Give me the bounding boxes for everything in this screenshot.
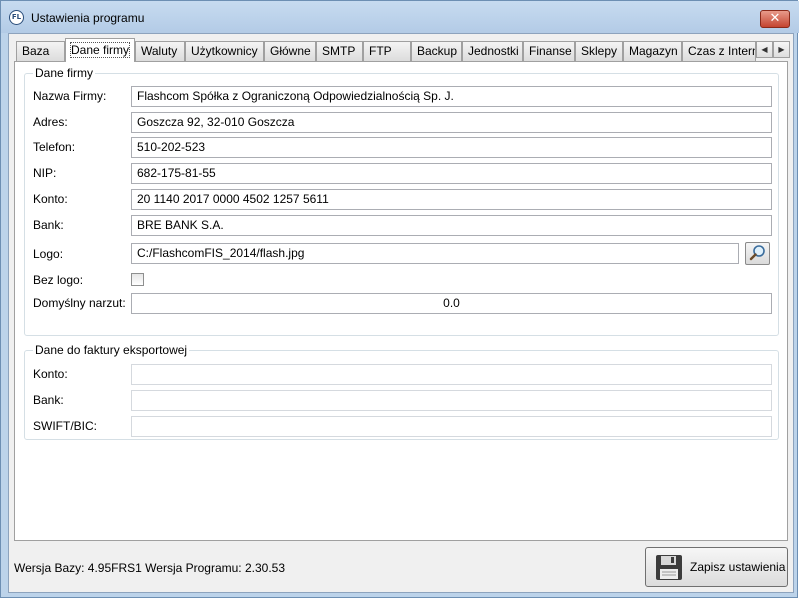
nip-field[interactable]: 682-175-81-55 [131, 163, 772, 184]
swift-bic-field[interactable] [131, 416, 772, 437]
save-settings-label: Zapisz ustawienia [690, 560, 786, 574]
browse-logo-button[interactable] [745, 242, 770, 265]
export-invoice-group: Dane do faktury eksportowej Konto: Bank:… [24, 343, 779, 440]
tab-scroll-buttons: ◀ ▶ [756, 41, 792, 59]
floppy-disk-icon [656, 555, 682, 580]
settings-window: FL Ustawienia programu ✕ Baza Dane firmy… [0, 0, 799, 598]
app-logo-icon: FL [9, 10, 24, 25]
dialog-body: Baza Dane firmy Waluty Użytkownicy Główn… [8, 33, 794, 593]
address-field[interactable]: Goszcza 92, 32-010 Goszcza [131, 112, 772, 133]
account-field[interactable]: 20 1140 2017 0000 4502 1257 5611 [131, 189, 772, 210]
tab-ftp[interactable]: FTP [363, 41, 411, 61]
tab-sklepy[interactable]: Sklepy [575, 41, 623, 61]
save-settings-button[interactable]: Zapisz ustawienia [645, 547, 788, 587]
tab-dane-firmy[interactable]: Dane firmy [65, 38, 135, 62]
tab-label: Dane firmy [69, 42, 131, 58]
tab-smtp[interactable]: SMTP [316, 41, 363, 61]
no-logo-checkbox[interactable] [131, 273, 144, 286]
tab-scroll-left-icon[interactable]: ◀ [756, 41, 773, 58]
tab-scroll-right-icon[interactable]: ▶ [773, 41, 790, 58]
export-account-label: Konto: [33, 367, 68, 381]
close-button[interactable]: ✕ [760, 10, 790, 28]
no-logo-label: Bez logo: [33, 273, 84, 287]
address-label: Adres: [33, 115, 68, 129]
window-title: Ustawienia programu [31, 11, 145, 25]
tab-baza[interactable]: Baza [16, 41, 65, 61]
company-data-group-title: Dane firmy [33, 66, 96, 80]
magnifier-icon [749, 245, 765, 261]
account-label: Konto: [33, 192, 68, 206]
title-bar[interactable]: FL Ustawienia programu ✕ [1, 1, 799, 33]
tab-uzytkownicy[interactable]: Użytkownicy [185, 41, 264, 61]
phone-label: Telefon: [33, 140, 76, 154]
bank-label: Bank: [33, 218, 64, 232]
tab-glowne[interactable]: Główne [264, 41, 316, 61]
tab-jednostki[interactable]: Jednostki [462, 41, 523, 61]
tab-strip: Baza Dane firmy Waluty Użytkownicy Główn… [16, 38, 792, 62]
tab-backup[interactable]: Backup [411, 41, 462, 61]
bank-field[interactable]: BRE BANK S.A. [131, 215, 772, 236]
company-data-group: Dane firmy Nazwa Firmy: Flashcom Spółka … [24, 66, 779, 336]
default-markup-label: Domyślny narzut: [33, 296, 126, 310]
export-account-field[interactable] [131, 364, 772, 385]
export-invoice-group-title: Dane do faktury eksportowej [33, 343, 190, 357]
tab-finanse[interactable]: Finanse [523, 41, 575, 61]
tab-waluty[interactable]: Waluty [135, 41, 185, 61]
tab-czas-z-internetu[interactable]: Czas z Internetu [682, 41, 756, 61]
company-name-label: Nazwa Firmy: [33, 89, 107, 103]
export-bank-field[interactable] [131, 390, 772, 411]
export-bank-label: Bank: [33, 393, 64, 407]
phone-field[interactable]: 510-202-523 [131, 137, 772, 158]
version-info: Wersja Bazy: 4.95FRS1 Wersja Programu: 2… [14, 561, 286, 575]
default-markup-field[interactable]: 0.0 [131, 293, 772, 314]
logo-label: Logo: [33, 247, 64, 261]
logo-path-field[interactable]: C:/FlashcomFIS_2014/flash.jpg [131, 243, 739, 264]
tab-magazyn[interactable]: Magazyn [623, 41, 682, 61]
nip-label: NIP: [33, 166, 57, 180]
tab-panel-dane-firmy: Dane firmy Nazwa Firmy: Flashcom Spółka … [14, 61, 788, 541]
company-name-field[interactable]: Flashcom Spółka z Ograniczoną Odpowiedzi… [131, 86, 772, 107]
swift-bic-label: SWIFT/BIC: [33, 419, 97, 433]
